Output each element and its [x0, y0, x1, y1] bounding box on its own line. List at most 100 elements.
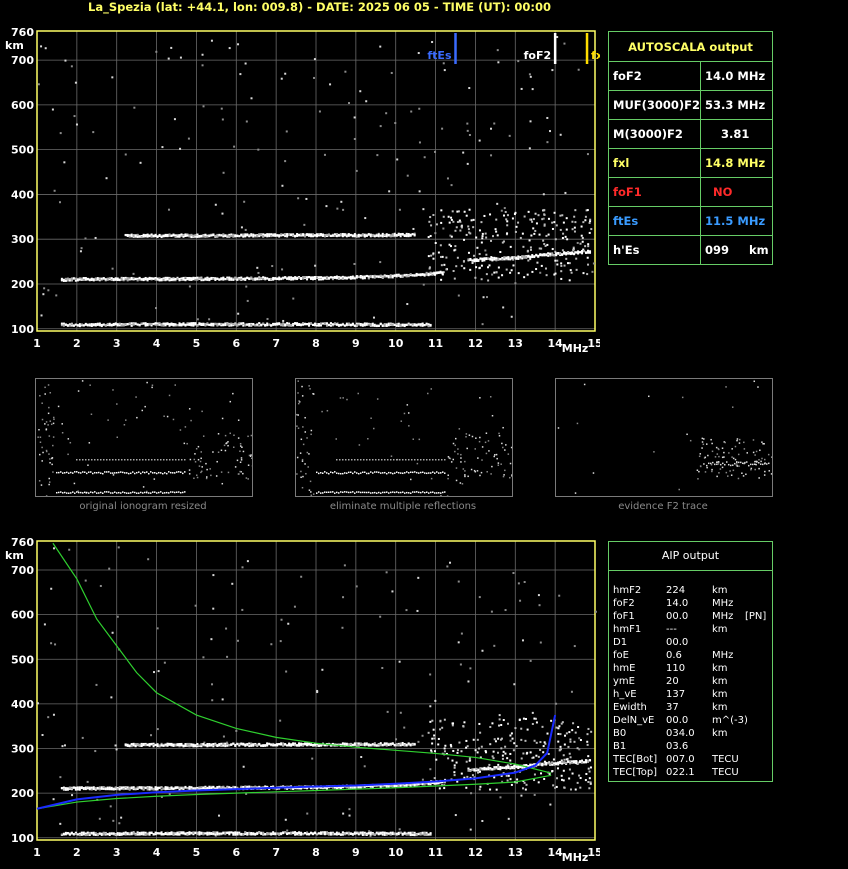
- x-tick-label: 2: [73, 846, 81, 859]
- cloud-point: [533, 232, 536, 235]
- trace-point: [387, 324, 390, 327]
- cloud-point: [589, 766, 592, 769]
- noise-point: [365, 100, 368, 103]
- trace-point: [206, 831, 209, 834]
- trace-point: [200, 745, 203, 748]
- trace-point: [130, 787, 133, 790]
- thumb-point: [505, 444, 507, 446]
- thumb-point: [304, 431, 307, 433]
- trace-point: [222, 278, 225, 281]
- trace-point: [86, 833, 89, 836]
- trace-point: [357, 786, 360, 789]
- trace-point: [260, 277, 263, 280]
- trace-point: [190, 324, 193, 327]
- thumb-point: [116, 436, 119, 439]
- thumb-trace: [76, 491, 78, 493]
- y-tick-label: 600: [11, 99, 34, 112]
- trace-point: [246, 233, 249, 236]
- trace-point: [106, 322, 109, 325]
- trace-point: [108, 788, 111, 791]
- thumb-point: [464, 460, 466, 463]
- trace-point: [397, 232, 400, 235]
- trace-point: [507, 258, 510, 261]
- cloud-point: [568, 768, 571, 771]
- trace-point: [383, 833, 386, 836]
- trace-point: [258, 322, 261, 325]
- trace-point: [62, 833, 65, 836]
- trace-point: [222, 831, 225, 834]
- cloud-point: [589, 218, 592, 221]
- thumb-point: [461, 483, 464, 485]
- cloud-point: [576, 781, 579, 784]
- trace-point: [319, 322, 322, 325]
- trace-point: [425, 831, 428, 834]
- trace-point: [501, 766, 504, 769]
- trace-point: [62, 279, 65, 282]
- thumb-point: [454, 437, 457, 440]
- trace-point: [401, 323, 404, 326]
- trace-point: [136, 233, 139, 236]
- trace-point: [435, 782, 438, 785]
- thumb-point: [358, 444, 361, 446]
- trace-point: [72, 277, 75, 280]
- trace-point: [294, 831, 297, 834]
- noise-point: [563, 42, 566, 45]
- noise-point: [241, 566, 244, 569]
- trace-point: [306, 278, 309, 281]
- trace-point: [385, 742, 388, 745]
- trace-point: [429, 832, 432, 835]
- thumb-point: [488, 450, 490, 452]
- trace-point: [204, 832, 207, 835]
- trace-point: [278, 322, 281, 325]
- thumb-point: [467, 475, 469, 478]
- trace-point: [296, 322, 299, 325]
- trace-point: [497, 766, 500, 769]
- trace-point: [585, 759, 588, 762]
- trace-point: [312, 832, 315, 835]
- noise-point: [150, 734, 153, 737]
- trace-point: [288, 276, 291, 279]
- trace-point: [379, 742, 382, 745]
- thumb-point: [48, 453, 50, 455]
- trace-point: [220, 832, 223, 835]
- cloud-point: [539, 748, 542, 751]
- trace-point: [381, 744, 384, 747]
- noise-point: [496, 202, 499, 205]
- trace-point: [154, 744, 157, 747]
- trace-point: [491, 256, 494, 259]
- trace-point: [188, 322, 191, 325]
- noise-point: [422, 283, 425, 286]
- trace-point: [82, 833, 85, 836]
- thumb-trace: [88, 471, 90, 473]
- trace-point: [471, 259, 474, 262]
- cloud-point: [495, 271, 498, 274]
- trace-point: [276, 277, 279, 280]
- trace-point: [371, 324, 374, 327]
- trace-point: [230, 831, 233, 834]
- trace-point: [162, 278, 165, 281]
- trace-point: [114, 278, 117, 281]
- trace-point: [212, 745, 215, 748]
- noise-point: [284, 72, 287, 75]
- trace-point: [126, 234, 129, 237]
- thumb-point: [297, 402, 300, 405]
- trace-point: [180, 831, 183, 834]
- thumb-trace: [172, 459, 174, 461]
- noise-point: [81, 736, 84, 739]
- trace-point: [194, 276, 197, 279]
- cloud-point: [510, 732, 513, 735]
- trace-point: [210, 234, 213, 237]
- cloud-point: [451, 759, 454, 762]
- thumb-trace: [136, 492, 138, 494]
- trace-point: [581, 759, 584, 762]
- noise-point: [490, 127, 493, 130]
- trace-point: [186, 276, 189, 279]
- cloud-point: [520, 757, 523, 760]
- noise-point: [434, 232, 437, 235]
- noise-point: [256, 266, 259, 269]
- trace-point: [335, 275, 338, 278]
- cloud-point: [480, 221, 483, 224]
- cloud-point: [512, 749, 515, 752]
- trace-point: [298, 743, 301, 746]
- cloud-point: [511, 737, 514, 740]
